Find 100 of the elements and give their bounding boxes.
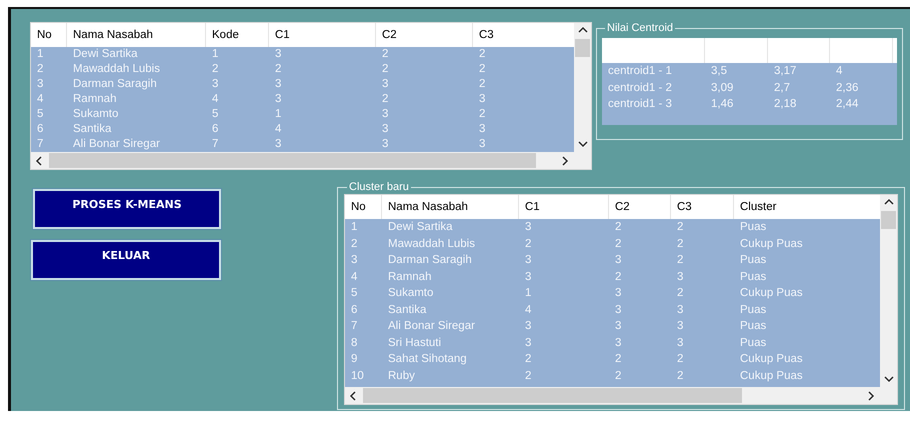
- action-button[interactable]: KELUAR: [31, 240, 221, 280]
- table-cell-text: 2: [524, 236, 532, 252]
- table-cell-text: 2: [614, 220, 622, 235]
- table-cell-text: 5: [350, 286, 358, 301]
- table-cell-text: 3: [676, 336, 684, 350]
- table-cell-text: 2: [614, 270, 622, 284]
- table-cell-text: 4: [274, 122, 282, 137]
- scroll-thumb[interactable]: [575, 39, 590, 57]
- table-cell-text: Ramnah: [72, 92, 118, 107]
- table-cell-text: 2: [478, 62, 486, 77]
- group-title: Cluster baru: [348, 181, 410, 193]
- table-cell-text: Ramnah: [387, 270, 432, 284]
- vertical-scrollbar[interactable]: [880, 195, 897, 387]
- table-cell-text: 4: [835, 64, 844, 79]
- column-header[interactable]: C1: [519, 195, 609, 219]
- table-cell-text: Puas: [739, 270, 768, 284]
- table-cell-text: 2: [274, 62, 282, 77]
- table-cell-text: Santika: [72, 122, 112, 137]
- vertical-scrollbar[interactable]: [574, 23, 591, 152]
- scroll-thumb[interactable]: [363, 388, 742, 403]
- table-cell-text: 2,36: [835, 80, 860, 96]
- table-cell-text: 2: [614, 236, 622, 252]
- table-cell-text: 2: [350, 236, 358, 252]
- table-cell-text: 3: [676, 319, 684, 334]
- table-cell-text: 3: [381, 122, 390, 137]
- column-header[interactable]: C1: [269, 23, 376, 47]
- table-cell-text: Sukamto: [387, 286, 434, 301]
- table-cell-text: 3: [478, 137, 486, 152]
- column-header[interactable]: C2: [609, 195, 671, 219]
- table-cell-text: 2: [676, 220, 684, 235]
- table-cell-text: Ali Bonar Siregar: [387, 319, 476, 334]
- table-cell-text: 2: [676, 368, 684, 384]
- table-cell-text: 3: [274, 77, 282, 92]
- horizontal-scrollbar[interactable]: [31, 152, 574, 169]
- table-cell-text: Puas: [739, 319, 768, 334]
- table-cell-text: 2: [614, 368, 622, 384]
- table-cell-text: 3,09: [710, 80, 734, 96]
- table-cell-text: Cukup Puas: [739, 236, 804, 252]
- table-cell-text: 2: [478, 107, 486, 122]
- table-cell-text: 3: [524, 220, 532, 235]
- table-cell-text: 1: [350, 220, 358, 235]
- table-cell-text: 2: [211, 62, 220, 77]
- table-cell-text: Sukamto: [72, 107, 120, 122]
- table-cell-text: 2: [36, 62, 44, 77]
- table-cell-text: Sri Hastuti: [387, 336, 442, 350]
- column-header[interactable]: Nama Nasabah: [67, 23, 206, 47]
- table-cell-text: 5: [211, 107, 220, 122]
- table-cell-text: 1: [274, 107, 282, 122]
- table-cell-text: 3: [676, 302, 684, 318]
- table-cell-text: Puas: [739, 302, 768, 318]
- column-header[interactable]: C2: [376, 23, 473, 47]
- table-cell-text: 3,17: [773, 64, 798, 79]
- column-header[interactable]: Kode: [206, 23, 269, 47]
- table-cell-text: 2: [676, 286, 684, 301]
- table-cell-text: Mawaddah Lubis: [72, 62, 161, 77]
- table-cell-text: 2: [524, 368, 532, 384]
- table-cell-text: 1: [211, 47, 220, 62]
- table-cell-text: 1,46: [710, 97, 734, 112]
- table-cell-text: 2: [381, 47, 390, 62]
- table-cell-text: 2: [381, 92, 390, 107]
- table-cell-text: 4: [524, 302, 532, 318]
- table-cell-text: 3: [381, 77, 390, 92]
- column-header[interactable]: C3: [671, 195, 734, 219]
- table-cell-text: 3: [524, 270, 532, 284]
- table-cell-text: 3: [478, 92, 486, 107]
- scroll-thumb[interactable]: [49, 153, 536, 168]
- table-cell-text: Puas: [739, 253, 768, 268]
- column-header[interactable]: No: [345, 195, 382, 219]
- scroll-thumb[interactable]: [881, 211, 896, 229]
- table-cell-text: centroid1 - 1: [607, 64, 673, 79]
- table-cell-text: 3: [274, 137, 282, 152]
- table-cell-text: 4: [211, 92, 220, 107]
- column-header[interactable]: No: [31, 23, 67, 47]
- table-cell-text: Mawaddah Lubis: [387, 236, 476, 252]
- table-cell-text: 2: [676, 352, 684, 367]
- action-button[interactable]: PROSES K-MEANS: [33, 189, 221, 229]
- table-cell-text: 7: [36, 137, 44, 152]
- table-cell-text: 3: [524, 253, 532, 268]
- table-cell-text: Dewi Sartika: [72, 47, 139, 62]
- table-cell-text: Ruby: [387, 368, 416, 384]
- table-cell-text: 3: [478, 122, 486, 137]
- table-cell-text: 1: [524, 286, 532, 301]
- table-cell-text: Ali Bonar Siregar: [72, 137, 161, 152]
- table-cell-text: 2: [614, 352, 622, 367]
- table-cell-text: 7: [350, 319, 358, 334]
- column-header[interactable]: Nama Nasabah: [382, 195, 519, 219]
- table-cell-text: 5: [36, 107, 44, 122]
- table-cell-text: 3: [381, 137, 390, 152]
- table-cell-text: 2: [676, 236, 684, 252]
- table-cell-text: 2: [478, 47, 486, 62]
- horizontal-scrollbar[interactable]: [345, 387, 880, 404]
- table-cell-text: Sahat Sihotang: [387, 352, 468, 367]
- table-cell-text: Puas: [739, 336, 768, 350]
- table-cell-text: centroid1 - 2: [607, 80, 673, 96]
- table-cell-text: Cukup Puas: [739, 352, 804, 367]
- table-cell-text: 3: [524, 319, 532, 334]
- table-cell-text: 2: [478, 77, 486, 92]
- table-cell-text: 3: [614, 286, 622, 301]
- table-cell-text: 3: [274, 92, 282, 107]
- table-cell-text: Cukup Puas: [739, 368, 804, 384]
